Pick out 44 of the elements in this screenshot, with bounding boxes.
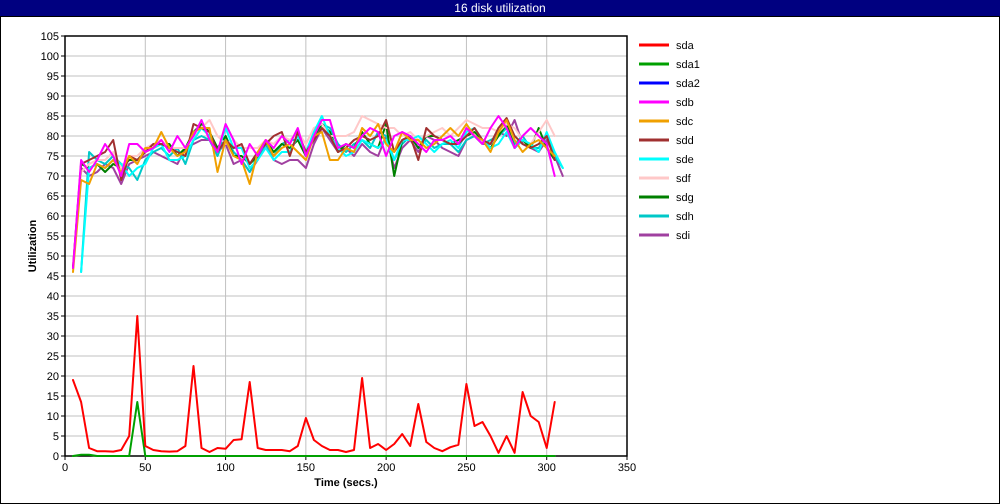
axis-tick-label: 20 xyxy=(46,371,59,383)
axis-tick-label: 55 xyxy=(46,231,59,243)
axis-tick-label: 25 xyxy=(46,351,59,363)
axis-tick-label: 100 xyxy=(216,462,235,474)
axis-tick-label: 60 xyxy=(46,211,59,223)
axis-title: Time (secs.) xyxy=(314,477,378,489)
axis-tick-label: 200 xyxy=(376,462,396,474)
axis-tick-label: 45 xyxy=(46,271,59,283)
legend-label: sdh xyxy=(676,211,694,223)
legend-label: sdb xyxy=(676,97,694,109)
axis-tick-label: 75 xyxy=(46,151,59,163)
axis-tick-label: 50 xyxy=(139,462,152,474)
legend-label: sda2 xyxy=(676,78,700,90)
axis-tick-label: 0 xyxy=(62,462,68,474)
axis-tick-label: 5 xyxy=(52,431,59,443)
axis-tick-label: 15 xyxy=(46,391,59,403)
axis-tick-label: 95 xyxy=(46,71,59,83)
axis-tick-label: 300 xyxy=(538,462,556,474)
axis-title: Utilization xyxy=(27,220,39,272)
legend-label: sdc xyxy=(676,116,694,128)
legend-label: sdd xyxy=(676,135,694,147)
axis-tick-label: 70 xyxy=(46,171,59,183)
axis-tick-label: 65 xyxy=(46,191,59,203)
axis-tick-label: 50 xyxy=(46,251,59,263)
legend-label: sdf xyxy=(676,173,691,185)
axis-tick-label: 105 xyxy=(40,31,59,43)
axis-tick-label: 30 xyxy=(46,331,59,343)
axis-tick-label: 85 xyxy=(46,111,59,123)
axis-tick-label: 35 xyxy=(46,311,59,323)
legend-label: sdi xyxy=(676,230,690,242)
legend-label: sda1 xyxy=(676,59,700,71)
legend-label: sda xyxy=(676,40,694,52)
legend-label: sde xyxy=(676,154,694,166)
window-title: 16 disk utilization xyxy=(0,0,1000,16)
axis-tick-label: 350 xyxy=(618,462,636,474)
axis-tick-label: 150 xyxy=(296,462,316,474)
axis-tick-label: 80 xyxy=(46,131,59,143)
axis-tick-label: 100 xyxy=(40,51,59,63)
axis-tick-label: 40 xyxy=(46,291,59,303)
axis-tick-label: 0 xyxy=(52,451,59,463)
legend-label: sdg xyxy=(676,192,694,204)
axis-tick-label: 90 xyxy=(46,91,59,103)
axis-tick-label: 10 xyxy=(46,411,59,423)
axis-tick-label: 250 xyxy=(457,462,476,474)
